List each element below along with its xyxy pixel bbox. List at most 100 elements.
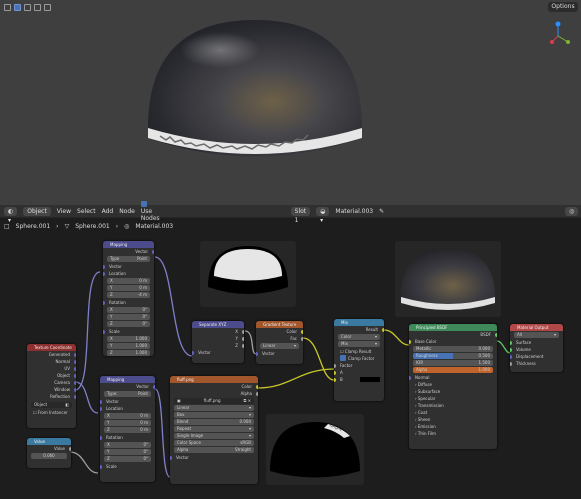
- socket-dot[interactable]: [74, 394, 76, 399]
- socket-dot[interactable]: [192, 350, 194, 355]
- node-mapping-2[interactable]: Mapping Vector Type: Point Vector Locatio…: [100, 376, 155, 482]
- socket-dot[interactable]: [495, 332, 497, 337]
- socket-dot[interactable]: [74, 359, 76, 364]
- node-material-output[interactable]: Material Output All ▾ Surface Volume Disp…: [510, 324, 563, 372]
- menu-view[interactable]: View: [57, 208, 71, 215]
- panel-coat[interactable]: › Coat: [409, 409, 497, 416]
- data-type-dropdown[interactable]: Color ▾: [338, 334, 380, 340]
- roughness-field[interactable]: Roughness 0.500: [413, 353, 493, 359]
- value-field[interactable]: 0.060: [31, 453, 67, 459]
- breadcrumb-material[interactable]: Material.003: [135, 223, 173, 230]
- projection-dropdown[interactable]: Box ▾: [174, 412, 254, 418]
- socket-dot[interactable]: [170, 455, 172, 460]
- socket-dot[interactable]: [256, 391, 258, 396]
- socket-dot[interactable]: [69, 446, 71, 451]
- socket-dot[interactable]: [510, 340, 512, 345]
- node-mapping-1[interactable]: Mapping Vector Type Point Vector Location…: [103, 241, 154, 356]
- object-field[interactable]: Object ◧: [31, 402, 72, 408]
- socket-dot[interactable]: [153, 384, 155, 389]
- pin-icon[interactable]: ✎: [379, 208, 384, 215]
- socket-dot[interactable]: [100, 464, 102, 469]
- image-actions-icon[interactable]: ⧉ ✕: [244, 398, 251, 404]
- clamp-factor-checkbox[interactable]: Clamp Factor: [334, 355, 384, 362]
- socket-dot[interactable]: [510, 347, 512, 352]
- viewport-3d[interactable]: Options: [0, 0, 581, 205]
- navigation-gizmo[interactable]: [548, 20, 576, 48]
- socket-dot[interactable]: [74, 373, 76, 378]
- scale-y-field[interactable]: Y 1.000: [107, 343, 150, 349]
- socket-dot[interactable]: [74, 352, 76, 357]
- metallic-field[interactable]: Metallic 0.000: [413, 346, 493, 352]
- rot-x-field[interactable]: X 0°: [107, 307, 150, 313]
- object-mode-dropdown[interactable]: Object: [23, 206, 51, 216]
- node-mix[interactable]: Mix Result Color ▾ Mix ▾ ☐ Clamp Result Cl…: [334, 319, 384, 401]
- socket-dot[interactable]: [256, 351, 258, 356]
- socket-dot[interactable]: [152, 249, 154, 254]
- target-dropdown[interactable]: All ▾: [514, 332, 559, 338]
- socket-dot[interactable]: [100, 399, 102, 404]
- interpolation-dropdown[interactable]: Linear ▾: [174, 405, 254, 411]
- breadcrumb-object[interactable]: Sphere.001: [16, 223, 51, 230]
- select-subtract-icon[interactable]: [34, 3, 41, 11]
- type-dropdown[interactable]: Type Point: [107, 256, 150, 262]
- socket-dot[interactable]: [100, 435, 102, 440]
- gradient-type-dropdown[interactable]: Linear ▾: [260, 343, 299, 349]
- socket-dot[interactable]: [103, 300, 105, 305]
- select-intersect-icon[interactable]: [44, 3, 51, 11]
- loc-y-field[interactable]: Y 0 m: [107, 285, 150, 291]
- node-texture-coordinate[interactable]: Texture Coordinate Generated Normal UV O…: [27, 344, 76, 428]
- source-dropdown[interactable]: Single Image ▾: [174, 433, 254, 439]
- alpha-mode-dropdown[interactable]: Alpha Straight: [174, 447, 254, 453]
- from-instancer-checkbox[interactable]: ☐ From Instancer: [27, 409, 76, 416]
- material-browse-button[interactable]: ◒ ▾: [316, 206, 330, 224]
- socket-dot[interactable]: [74, 366, 76, 371]
- color-swatch[interactable]: [360, 377, 380, 382]
- socket-dot[interactable]: [103, 271, 105, 276]
- loc-z-field[interactable]: Z -4 m: [107, 292, 150, 298]
- panel-diffuse[interactable]: › Diffuse: [409, 381, 497, 388]
- scale-x-field[interactable]: X 1.000: [107, 336, 150, 342]
- socket-dot[interactable]: [242, 343, 244, 348]
- select-box-icon[interactable]: [14, 3, 21, 11]
- socket-dot[interactable]: [256, 384, 258, 389]
- panel-specular[interactable]: › Specular: [409, 395, 497, 402]
- node-gradient-texture[interactable]: Gradient Texture Color Fac Linear ▾ Vecto…: [256, 321, 303, 364]
- select-icon[interactable]: [4, 3, 11, 11]
- node-principled-bsdf[interactable]: Principled BSDF BSDF Base Color Metallic…: [409, 324, 497, 449]
- node-editor-canvas[interactable]: Mapping Vector Type Point Vector Location…: [0, 233, 581, 499]
- socket-dot[interactable]: [382, 327, 384, 332]
- socket-dot[interactable]: [334, 363, 336, 368]
- socket-dot[interactable]: [242, 336, 244, 341]
- socket-dot[interactable]: [74, 380, 76, 385]
- socket-dot[interactable]: [100, 406, 102, 411]
- overlays-button[interactable]: ◎: [565, 206, 579, 216]
- menu-node[interactable]: Node: [119, 208, 135, 215]
- menu-add[interactable]: Add: [102, 208, 114, 215]
- panel-subsurface[interactable]: › Subsurface: [409, 388, 497, 395]
- rot-x-field[interactable]: X 0°: [104, 442, 151, 448]
- socket-dot[interactable]: [510, 354, 512, 359]
- eyedropper-icon[interactable]: ◧: [65, 402, 69, 408]
- alpha-field[interactable]: Alpha 1.000: [413, 367, 493, 373]
- socket-dot[interactable]: [242, 329, 244, 334]
- socket-dot[interactable]: [334, 377, 336, 382]
- type-dropdown[interactable]: Type: Point: [104, 391, 151, 397]
- color-space-dropdown[interactable]: Color Space sRGB: [174, 440, 254, 446]
- rot-z-field[interactable]: Z 0°: [107, 321, 150, 327]
- menu-select[interactable]: Select: [77, 208, 96, 215]
- panel-thin-film[interactable]: › Thin Film: [409, 430, 497, 437]
- clamp-result-checkbox[interactable]: ☐ Clamp Result: [334, 348, 384, 355]
- rot-y-field[interactable]: Y 0°: [104, 449, 151, 455]
- material-name-field[interactable]: Material.003: [335, 208, 373, 215]
- extension-dropdown[interactable]: Repeat ▾: [174, 426, 254, 432]
- panel-emission[interactable]: › Emission: [409, 423, 497, 430]
- loc-x-field[interactable]: X 0 m: [104, 413, 151, 419]
- rot-z-field[interactable]: Z 0°: [104, 456, 151, 462]
- use-nodes-toggle[interactable]: Use Nodes: [140, 200, 160, 222]
- ior-field[interactable]: IOR 1.500: [413, 360, 493, 366]
- blend-mode-dropdown[interactable]: Mix ▾: [338, 341, 380, 347]
- socket-dot[interactable]: [334, 370, 336, 375]
- loc-z-field[interactable]: Z 0 m: [104, 427, 151, 433]
- socket-dot[interactable]: [103, 329, 105, 334]
- select-extend-icon[interactable]: [24, 3, 31, 11]
